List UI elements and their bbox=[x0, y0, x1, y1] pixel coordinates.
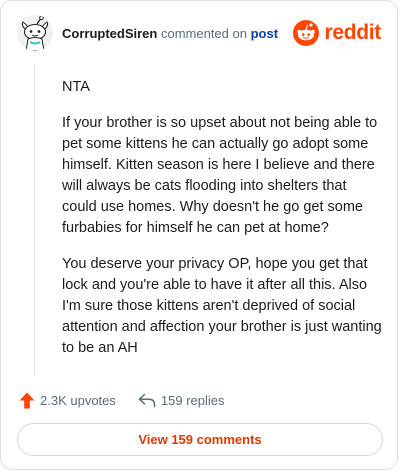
upvote-count: 2.3K upvotes bbox=[40, 392, 116, 408]
reddit-wordmark: reddit bbox=[324, 21, 381, 44]
post-link[interactable]: post bbox=[251, 26, 278, 41]
comment-paragraph: You deserve your privacy OP, hope you ge… bbox=[62, 256, 382, 356]
comment-body: NTA If your brother is so upset about no… bbox=[62, 77, 382, 374]
snoo-avatar-icon bbox=[17, 15, 53, 51]
thread-line bbox=[34, 65, 35, 375]
replies-button[interactable]: 159 replies bbox=[138, 393, 225, 408]
avatar[interactable] bbox=[17, 15, 53, 51]
comment-action-text: commented on bbox=[160, 26, 247, 41]
comment-meta: CorruptedSiren commented on post bbox=[62, 26, 278, 41]
view-comments-button[interactable]: View 159 comments bbox=[17, 423, 383, 456]
comment-footer: 2.3K upvotes 159 replies bbox=[19, 389, 225, 411]
upvote-arrow-icon bbox=[19, 392, 35, 408]
comment-paragraph: If your brother is so upset about not be… bbox=[62, 115, 378, 236]
reply-arrow-icon bbox=[138, 393, 156, 407]
reddit-brand[interactable]: reddit bbox=[293, 19, 381, 47]
username-link[interactable]: CorruptedSiren bbox=[62, 26, 157, 41]
reddit-logo-icon bbox=[293, 20, 320, 46]
comment-card: CorruptedSiren commented on post reddit … bbox=[0, 0, 398, 470]
reply-count: 159 replies bbox=[160, 392, 225, 408]
comment-paragraph: NTA bbox=[62, 79, 90, 95]
upvote-button[interactable]: 2.3K upvotes bbox=[19, 392, 116, 409]
comment-header: CorruptedSiren commented on post reddit bbox=[17, 15, 381, 53]
